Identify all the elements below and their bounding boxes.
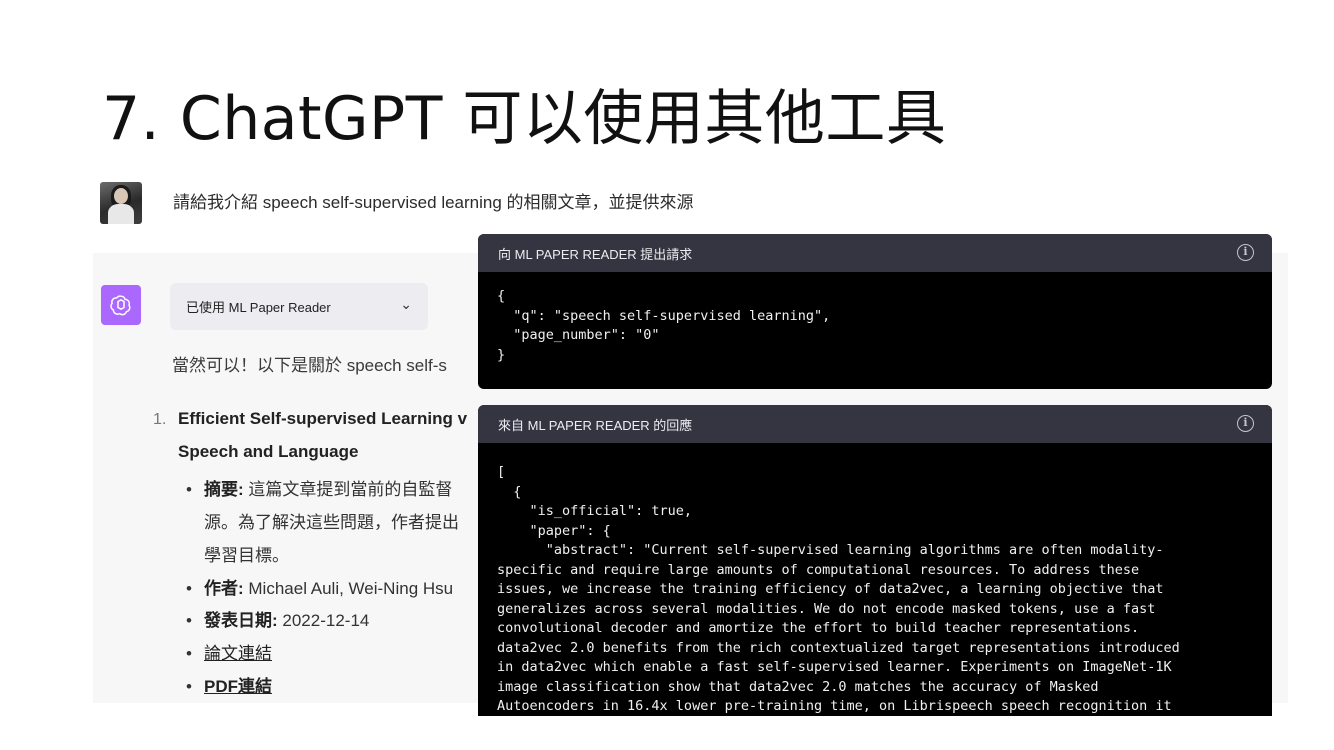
plugin-request-card: 向 ML PAPER READER 提出請求 i { "q": "speech … <box>478 234 1272 389</box>
authors-label: 作者: <box>204 579 244 598</box>
response-card-header: 來自 ML PAPER READER 的回應 i <box>478 405 1272 443</box>
user-message-text: 請給我介紹 speech self-supervised learning 的相… <box>173 193 694 212</box>
chevron-down-icon: ⌄ <box>400 296 412 312</box>
authors-text: Michael Auli, Wei-Ning Hsu <box>243 579 454 598</box>
assistant-reply-intro: 當然可以！以下是關於 speech self-s <box>172 356 447 375</box>
summary-text-line1: 這篇文章提到當前的自監督 <box>243 480 453 499</box>
pdf-link-bullet: • PDF連結 <box>186 677 272 696</box>
slide-title: 7. ChatGPT 可以使用其他工具 <box>102 84 947 154</box>
plugin-used-label: 已使用 ML Paper Reader <box>186 300 331 315</box>
summary-bullet: • 摘要: 這篇文章提到當前的自監督 <box>186 480 453 499</box>
list-item-number: 1. <box>153 411 167 428</box>
response-json: [ { "is_official": true, "paper": { "abs… <box>497 464 1180 714</box>
openai-logo-icon <box>101 285 141 325</box>
summary-text-line3: 學習目標。 <box>204 546 289 565</box>
paper-title-line1: Efficient Self-supervised Learning v <box>178 409 468 428</box>
user-message-row: 請給我介紹 speech self-supervised learning 的相… <box>100 182 1300 228</box>
summary-text-line2: 源。為了解決這些問題，作者提出 <box>204 513 459 532</box>
pdf-link[interactable]: PDF連結 <box>204 677 272 696</box>
info-icon[interactable]: i <box>1237 244 1254 261</box>
plugin-used-dropdown[interactable]: 已使用 ML Paper Reader ⌄ <box>170 283 428 330</box>
paper-link-bullet: • 論文連結 <box>186 644 272 663</box>
request-card-title: 向 ML PAPER READER 提出請求 <box>498 246 693 262</box>
user-avatar <box>100 182 142 224</box>
info-icon[interactable]: i <box>1237 415 1254 432</box>
authors-bullet: • 作者: Michael Auli, Wei-Ning Hsu <box>186 579 454 598</box>
response-card-title: 來自 ML PAPER READER 的回應 <box>498 417 693 433</box>
date-text: 2022-12-14 <box>277 611 370 630</box>
paper-title-line2: Speech and Language <box>178 442 359 461</box>
plugin-response-card: 來自 ML PAPER READER 的回應 i [ { "is_officia… <box>478 405 1272 716</box>
paper-link[interactable]: 論文連結 <box>204 644 272 663</box>
date-bullet: • 發表日期: 2022-12-14 <box>186 611 370 630</box>
date-label: 發表日期: <box>204 611 278 630</box>
summary-label: 摘要: <box>204 480 244 499</box>
request-card-header: 向 ML PAPER READER 提出請求 i <box>478 234 1272 272</box>
request-json: { "q": "speech self-supervised learning"… <box>497 288 831 363</box>
